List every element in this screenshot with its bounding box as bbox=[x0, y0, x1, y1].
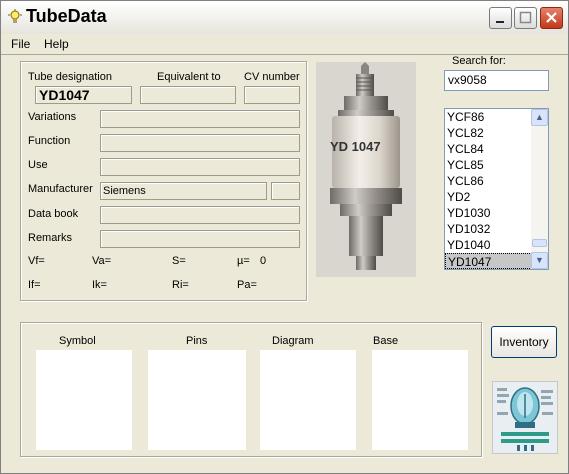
remarks-field[interactable] bbox=[100, 230, 300, 248]
s-label: S= bbox=[172, 255, 186, 267]
ik-label: Ik= bbox=[92, 279, 107, 291]
remarks-label: Remarks bbox=[28, 232, 73, 244]
close-icon bbox=[546, 12, 557, 23]
minimize-icon bbox=[496, 21, 504, 23]
equivalent-field[interactable] bbox=[140, 86, 236, 104]
tube-logo-icon bbox=[493, 382, 557, 453]
scroll-down-button[interactable]: ▼ bbox=[531, 252, 548, 269]
symbol-label: Symbol bbox=[59, 335, 96, 347]
designation-label: Tube designation bbox=[28, 71, 112, 83]
function-label: Function bbox=[28, 135, 71, 147]
pins-label: Pins bbox=[186, 335, 208, 347]
scroll-thumb[interactable] bbox=[532, 239, 547, 247]
tube-list-scrollbar[interactable]: ▲ ▼ bbox=[531, 109, 548, 269]
maximize-icon bbox=[519, 11, 532, 24]
function-field[interactable] bbox=[100, 134, 300, 152]
use-label: Use bbox=[28, 159, 48, 171]
tube-list[interactable]: YCF86 YCL82 YCL84 YCL85 YCL86 YD2 YD1030 YD1032… bbox=[444, 108, 549, 270]
equivalent-label: Equivalent to bbox=[157, 71, 221, 83]
variations-label: Variations bbox=[28, 111, 77, 123]
search-label: Search for: bbox=[452, 55, 506, 67]
symbol-canvas bbox=[36, 350, 132, 450]
mu-value: 0 bbox=[260, 255, 267, 267]
menu-help[interactable]: Help bbox=[44, 37, 69, 51]
scroll-up-button[interactable]: ▲ bbox=[531, 109, 548, 126]
main-window: TubeData File Help Tube designation Equi… bbox=[0, 0, 569, 474]
pa-label: Pa= bbox=[237, 279, 257, 291]
search-input[interactable]: vx9058 bbox=[444, 70, 549, 91]
base-label: Base bbox=[373, 335, 399, 347]
databook-label: Data book bbox=[28, 208, 79, 220]
cv-number-label: CV number bbox=[244, 71, 300, 83]
vf-label: Vf= bbox=[28, 255, 45, 267]
tube-illustration bbox=[330, 62, 402, 270]
app-logo bbox=[492, 381, 558, 454]
tube-photo-label: YD 1047 bbox=[330, 139, 381, 154]
close-button[interactable] bbox=[540, 7, 563, 29]
diagram-label: Diagram bbox=[272, 335, 314, 347]
if-label: If= bbox=[28, 279, 41, 291]
ri-label: Ri= bbox=[172, 279, 189, 291]
menu-bar: File Help bbox=[1, 34, 568, 54]
title-bar[interactable]: TubeData bbox=[1, 1, 568, 34]
variations-field[interactable] bbox=[100, 110, 300, 128]
cv-number-field[interactable] bbox=[244, 86, 300, 104]
use-field[interactable] bbox=[100, 158, 300, 176]
tube-photo: YD 1047 bbox=[316, 62, 416, 277]
va-label: Va= bbox=[92, 255, 112, 267]
maximize-button[interactable] bbox=[514, 7, 537, 29]
designation-field[interactable]: YD1047 bbox=[35, 86, 132, 104]
menu-file[interactable]: File bbox=[11, 37, 30, 51]
databook-field[interactable] bbox=[100, 206, 300, 224]
inventory-button[interactable]: Inventory bbox=[491, 326, 557, 358]
mu-label: µ= bbox=[237, 255, 250, 267]
manufacturer-label: Manufacturer bbox=[28, 183, 93, 195]
base-canvas bbox=[372, 350, 468, 450]
diagram-canvas bbox=[260, 350, 356, 450]
manufacturer-field[interactable]: Siemens bbox=[100, 182, 267, 200]
pins-canvas bbox=[148, 350, 246, 450]
minimize-button[interactable] bbox=[489, 7, 512, 29]
manufacturer-code-field[interactable] bbox=[271, 182, 300, 200]
lightbulb-icon bbox=[8, 9, 22, 23]
window-title: TubeData bbox=[26, 6, 107, 26]
